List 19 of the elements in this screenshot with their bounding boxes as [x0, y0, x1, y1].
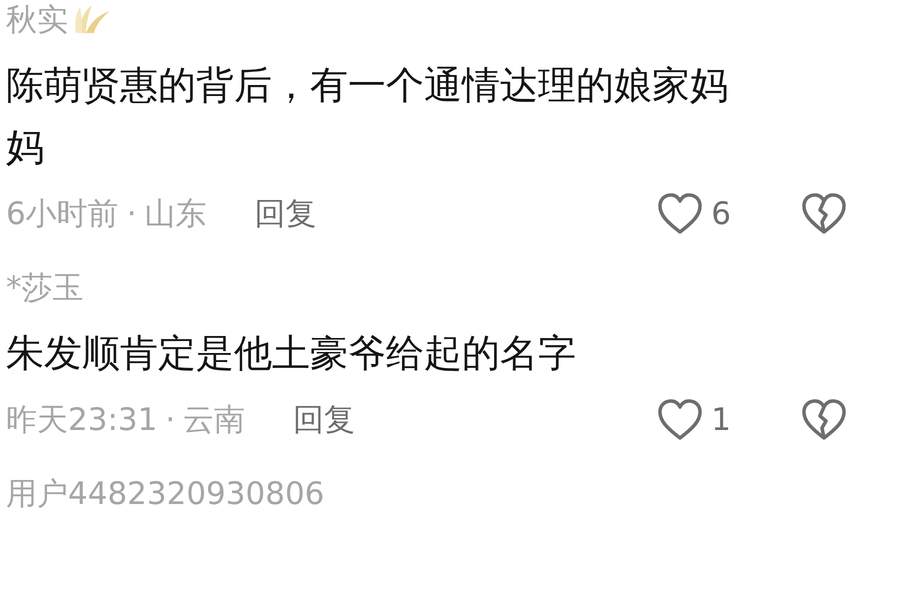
broken-heart-icon[interactable]: [801, 398, 847, 442]
username: 用户4482320930806: [6, 475, 324, 514]
heart-icon[interactable]: [657, 192, 704, 236]
comment-time: 6小时前: [6, 194, 119, 234]
heart-icon[interactable]: [657, 398, 704, 442]
comment-time: 昨天23:31: [6, 400, 158, 440]
like-count: 1: [711, 400, 731, 440]
separator-dot: ·: [165, 400, 176, 440]
comment-text: 陈萌贤惠的背后，有一个通情达理的娘家妈妈: [6, 62, 729, 171]
comment-location: 云南: [183, 400, 246, 440]
username: *莎玉: [6, 269, 84, 308]
username: 秋实: [6, 1, 68, 40]
separator-dot: ·: [126, 194, 137, 234]
comment-location: 山东: [144, 194, 207, 234]
comment-text: 朱发顺肯定是他土豪爷给起的名字: [6, 330, 577, 377]
reply-button[interactable]: 回复: [254, 190, 317, 238]
broken-heart-icon[interactable]: [801, 192, 847, 236]
reply-button[interactable]: 回复: [293, 396, 356, 444]
like-count: 6: [711, 194, 731, 234]
